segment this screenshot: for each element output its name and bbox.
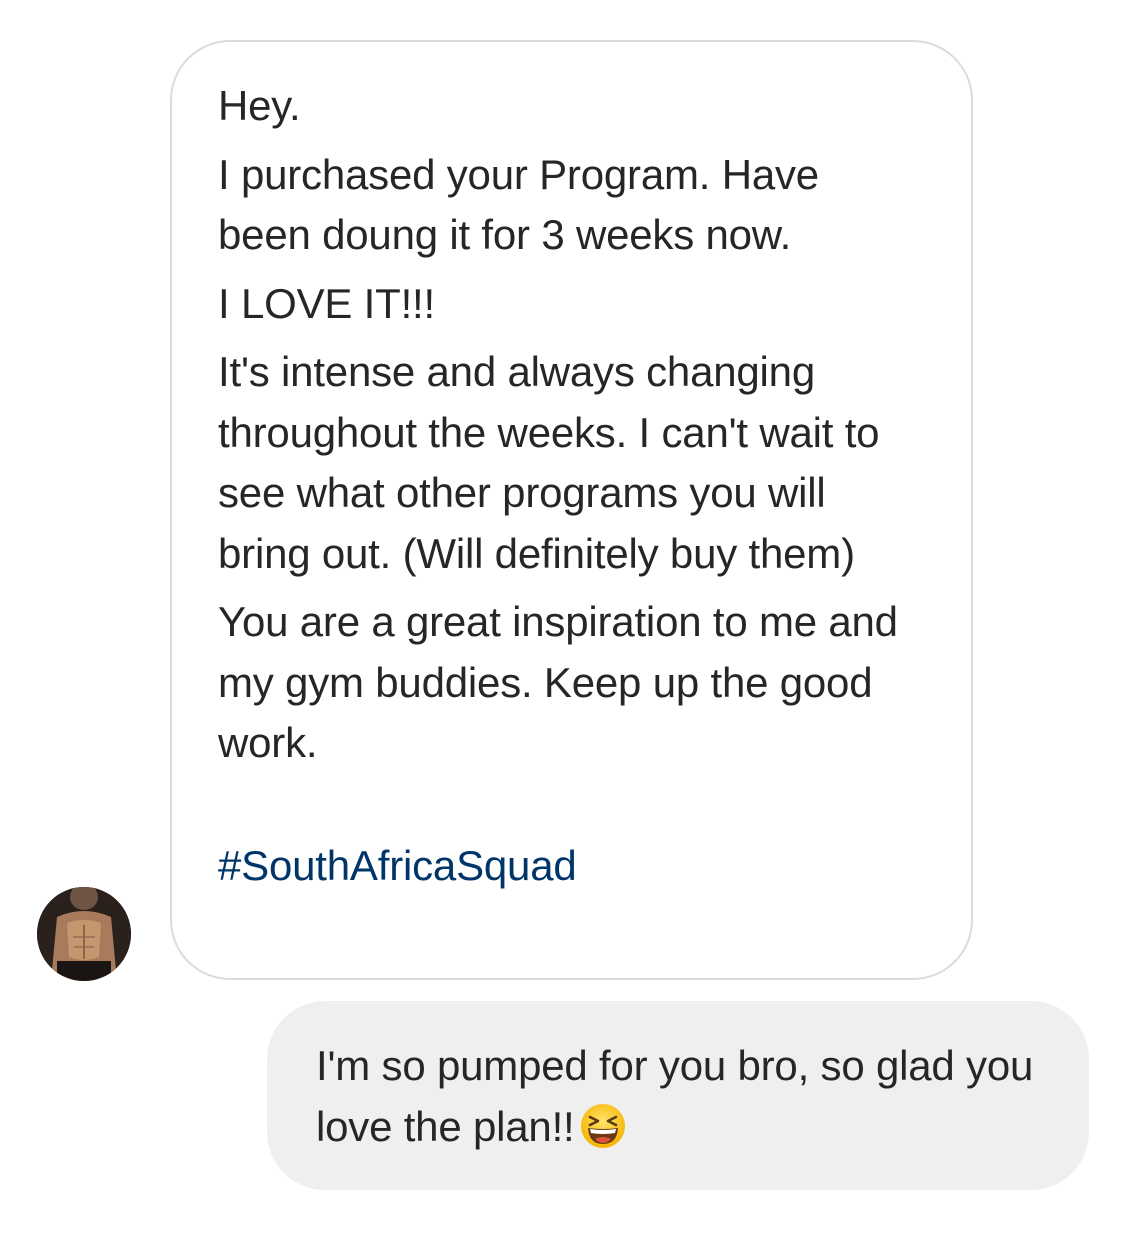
user-avatar-photo-icon — [37, 887, 131, 981]
grinning-squinting-face-emoji-icon — [579, 1102, 627, 1150]
outgoing-message-label: I'm so pumped for you bro, so glad you l… — [316, 1042, 1034, 1150]
hashtag-link[interactable]: #SouthAfricaSquad — [218, 836, 931, 897]
message-paragraph: I LOVE IT!!! — [218, 279, 435, 327]
outgoing-message-bubble[interactable]: I'm so pumped for you bro, so glad you l… — [267, 1001, 1089, 1190]
message-thread: Hey. I purchased your Program. Have been… — [0, 0, 1125, 1234]
message-paragraph: It's intense and always changing through… — [218, 348, 880, 577]
message-paragraph: Hey. — [218, 82, 301, 129]
sender-avatar[interactable] — [37, 887, 131, 981]
message-paragraph: You are a great inspiration to me and my… — [218, 598, 898, 766]
message-paragraph: I purchased your Program. Have been doun… — [218, 150, 819, 259]
outgoing-message-text: I'm so pumped for you bro, so glad you l… — [316, 1035, 1049, 1157]
incoming-message-bubble[interactable]: Hey. I purchased your Program. Have been… — [170, 40, 973, 980]
